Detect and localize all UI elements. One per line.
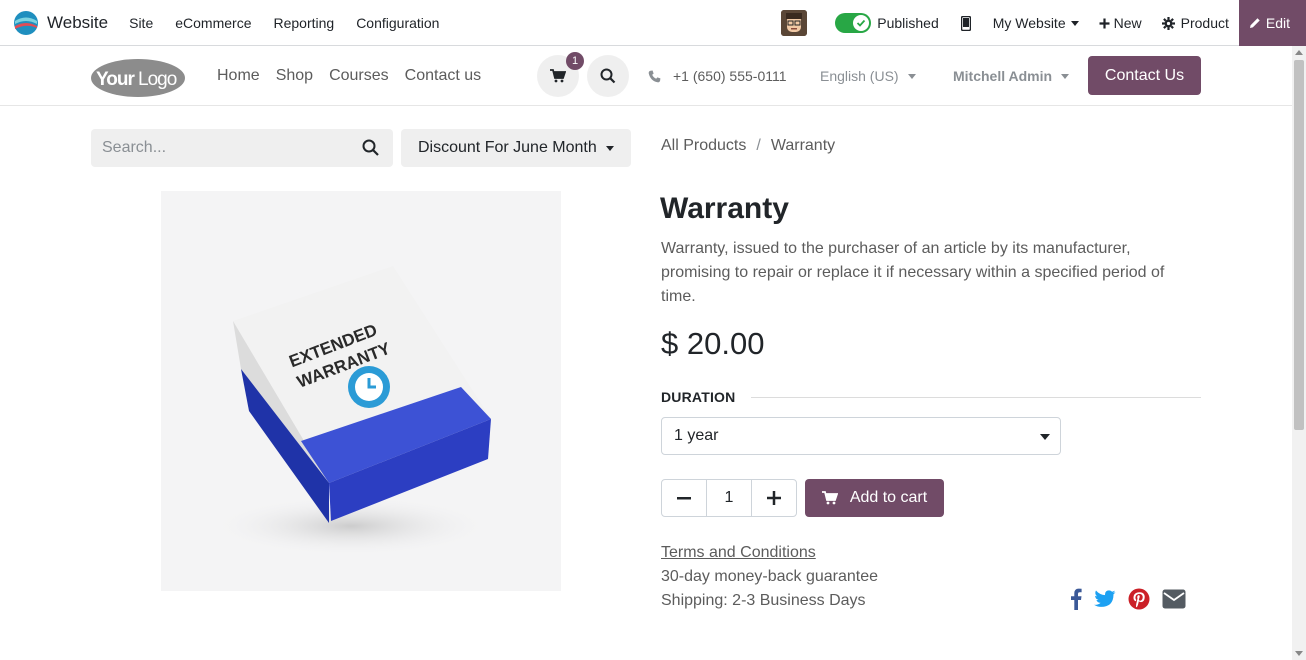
search-icon: [362, 139, 379, 156]
terms-link[interactable]: Terms and Conditions: [661, 544, 816, 562]
language-selector[interactable]: English (US): [820, 46, 916, 106]
menu-site[interactable]: Site: [118, 15, 164, 31]
pricelist-label: Discount For June Month: [418, 139, 597, 156]
published-label: Published: [877, 15, 939, 31]
pinterest-icon[interactable]: [1128, 588, 1150, 610]
facebook-icon[interactable]: [1070, 588, 1082, 610]
mobile-icon: [960, 15, 971, 31]
nav-contact-us[interactable]: Contact us: [397, 67, 489, 85]
menu-configuration[interactable]: Configuration: [345, 15, 450, 31]
quantity-stepper: 1: [661, 479, 797, 517]
mobile-preview-button[interactable]: [949, 15, 983, 31]
product-search: [91, 129, 393, 167]
add-to-cart-label: Add to cart: [849, 489, 928, 506]
svg-text:Logo: Logo: [138, 69, 177, 90]
user-name: Mitchell Admin: [953, 68, 1053, 84]
duration-value: 1 year: [674, 427, 719, 444]
twitter-icon[interactable]: [1094, 590, 1116, 608]
product-button[interactable]: Product: [1152, 15, 1239, 31]
phone-number: +1 (650) 555-0111: [673, 68, 787, 84]
quantity-input[interactable]: 1: [706, 480, 752, 516]
scroll-thumb[interactable]: [1294, 60, 1304, 430]
scroll-up-arrow[interactable]: [1295, 50, 1303, 55]
breadcrumb-separator: /: [756, 137, 761, 154]
main-menu: Home Shop Courses Contact us: [209, 46, 489, 106]
search-button[interactable]: [362, 139, 379, 161]
new-label: New: [1113, 15, 1142, 31]
toggle-switch[interactable]: [835, 13, 872, 33]
search-icon: [600, 68, 616, 84]
cart-button[interactable]: 1: [537, 52, 584, 97]
language-label: English (US): [820, 68, 899, 84]
check-icon: [853, 15, 870, 31]
attribute-label: DURATION: [661, 389, 736, 405]
increase-quantity-button[interactable]: [752, 480, 796, 516]
chevron-down-icon: [1040, 434, 1050, 440]
menu-ecommerce[interactable]: eCommerce: [164, 15, 262, 31]
cart-icon: [821, 491, 838, 505]
product-description: Warranty, issued to the purchaser of an …: [661, 240, 1165, 305]
envelope-icon[interactable]: [1162, 589, 1186, 609]
website-switcher[interactable]: My Website: [983, 15, 1089, 31]
avatar[interactable]: [781, 10, 808, 36]
pencil-icon: [1249, 18, 1260, 28]
product-title: Warranty: [660, 192, 789, 225]
search-input[interactable]: [91, 139, 341, 157]
phone-icon: [648, 70, 661, 82]
chevron-down-icon: [605, 145, 614, 151]
attribute-header: DURATION: [661, 389, 1201, 405]
product-price: $ 20.00: [661, 326, 765, 361]
cart-count-badge: 1: [566, 52, 584, 70]
breadcrumb: All Products / Warranty: [661, 137, 835, 155]
admin-navbar: Website Site eCommerce Reporting Configu…: [0, 0, 1306, 46]
guarantee-text: 30-day money-back guarantee: [661, 568, 879, 585]
site-logo[interactable]: Your Logo: [90, 57, 186, 97]
svg-text:Your: Your: [96, 69, 135, 90]
chevron-down-icon: [1061, 73, 1070, 79]
nav-home[interactable]: Home: [209, 67, 268, 85]
chevron-down-icon: [1070, 20, 1079, 26]
minus-icon: [677, 496, 692, 499]
duration-select[interactable]: 1 year: [661, 417, 1061, 455]
contact-us-button[interactable]: Contact Us: [1088, 56, 1201, 95]
site-header: Your Logo Home Shop Courses Contact us 1…: [0, 46, 1292, 106]
share-links: [1070, 588, 1186, 610]
product-image[interactable]: EXTENDED WARRANTY: [161, 191, 561, 591]
decrease-quantity-button[interactable]: [662, 480, 706, 516]
publish-toggle[interactable]: Published: [835, 13, 949, 33]
plus-icon: [766, 491, 781, 505]
phone-link[interactable]: +1 (650) 555-0111: [648, 46, 787, 106]
website-app-icon[interactable]: Website: [13, 10, 118, 36]
website-switcher-label: My Website: [992, 15, 1066, 31]
page-scrollbar[interactable]: [1292, 46, 1306, 660]
divider: [751, 396, 1201, 398]
shipping-text: Shipping: 2-3 Business Days: [661, 592, 866, 609]
app-name[interactable]: Website: [47, 13, 108, 33]
breadcrumb-current: Warranty: [770, 137, 836, 154]
gear-icon: [1161, 16, 1175, 30]
add-to-cart-button[interactable]: Add to cart: [805, 479, 944, 517]
new-button[interactable]: New: [1089, 15, 1152, 31]
cart-icon: [550, 69, 566, 83]
pricelist-dropdown[interactable]: Discount For June Month: [401, 129, 631, 167]
nav-shop[interactable]: Shop: [268, 67, 321, 85]
plus-icon: [1099, 18, 1110, 28]
edit-button[interactable]: Edit: [1238, 0, 1306, 46]
breadcrumb-all-products[interactable]: All Products: [661, 137, 746, 155]
product-label: Product: [1180, 15, 1229, 31]
scroll-down-arrow[interactable]: [1295, 651, 1303, 656]
user-menu[interactable]: Mitchell Admin: [953, 46, 1070, 106]
menu-reporting[interactable]: Reporting: [262, 15, 345, 31]
header-search-button[interactable]: [587, 55, 629, 97]
nav-courses[interactable]: Courses: [321, 67, 397, 85]
chevron-down-icon: [907, 73, 916, 79]
edit-label: Edit: [1265, 15, 1290, 31]
